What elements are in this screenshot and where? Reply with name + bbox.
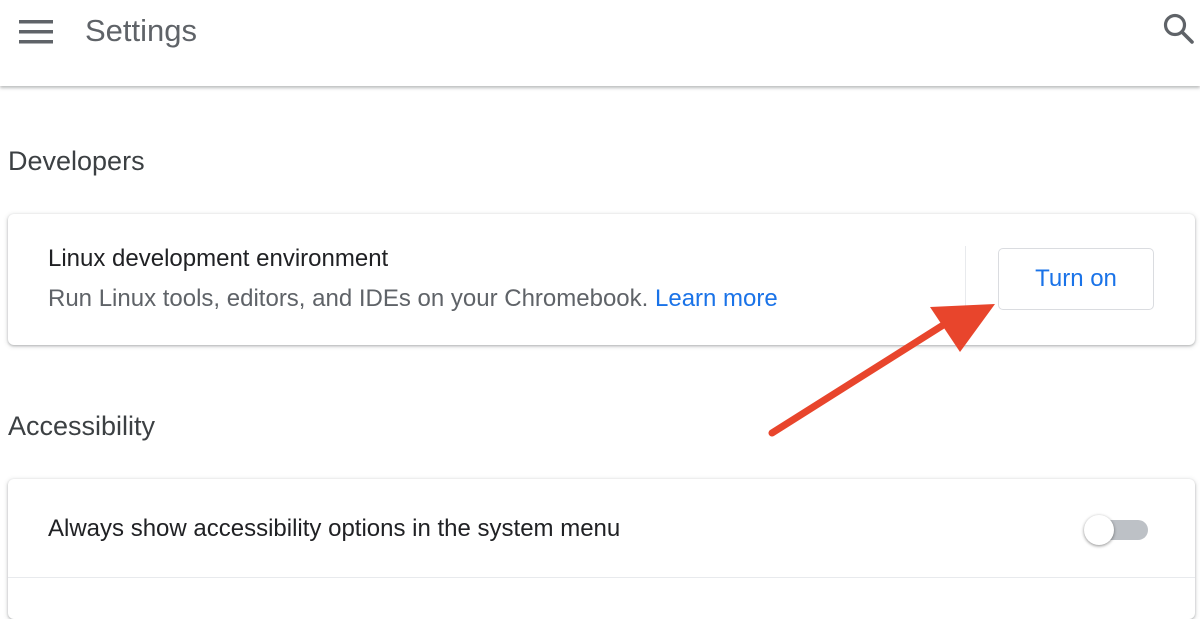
toggle-knob bbox=[1084, 515, 1114, 545]
section-title-developers: Developers bbox=[8, 146, 145, 176]
row-divider bbox=[8, 577, 1195, 578]
turn-on-button[interactable]: Turn on bbox=[998, 248, 1154, 310]
page-title: Settings bbox=[85, 13, 198, 48]
search-icon bbox=[1163, 13, 1194, 44]
menu-button[interactable] bbox=[18, 14, 54, 50]
search-button[interactable] bbox=[1158, 8, 1200, 50]
always-show-accessibility-label: Always show accessibility options in the… bbox=[48, 515, 621, 542]
vertical-separator bbox=[965, 246, 966, 310]
linux-dev-description: Run Linux tools, editors, and IDEs on yo… bbox=[48, 284, 778, 314]
section-title-accessibility: Accessibility bbox=[8, 411, 156, 441]
linux-dev-card: Linux development environment Run Linux … bbox=[8, 214, 1195, 345]
settings-header: Settings bbox=[0, 0, 1200, 86]
hamburger-menu-icon bbox=[19, 20, 53, 44]
learn-more-link[interactable]: Learn more bbox=[655, 285, 778, 312]
linux-dev-title: Linux development environment bbox=[48, 245, 389, 272]
linux-dev-description-text: Run Linux tools, editors, and IDEs on yo… bbox=[48, 285, 649, 312]
accessibility-card: Always show accessibility options in the… bbox=[8, 479, 1195, 619]
always-show-accessibility-toggle[interactable] bbox=[1084, 515, 1152, 545]
